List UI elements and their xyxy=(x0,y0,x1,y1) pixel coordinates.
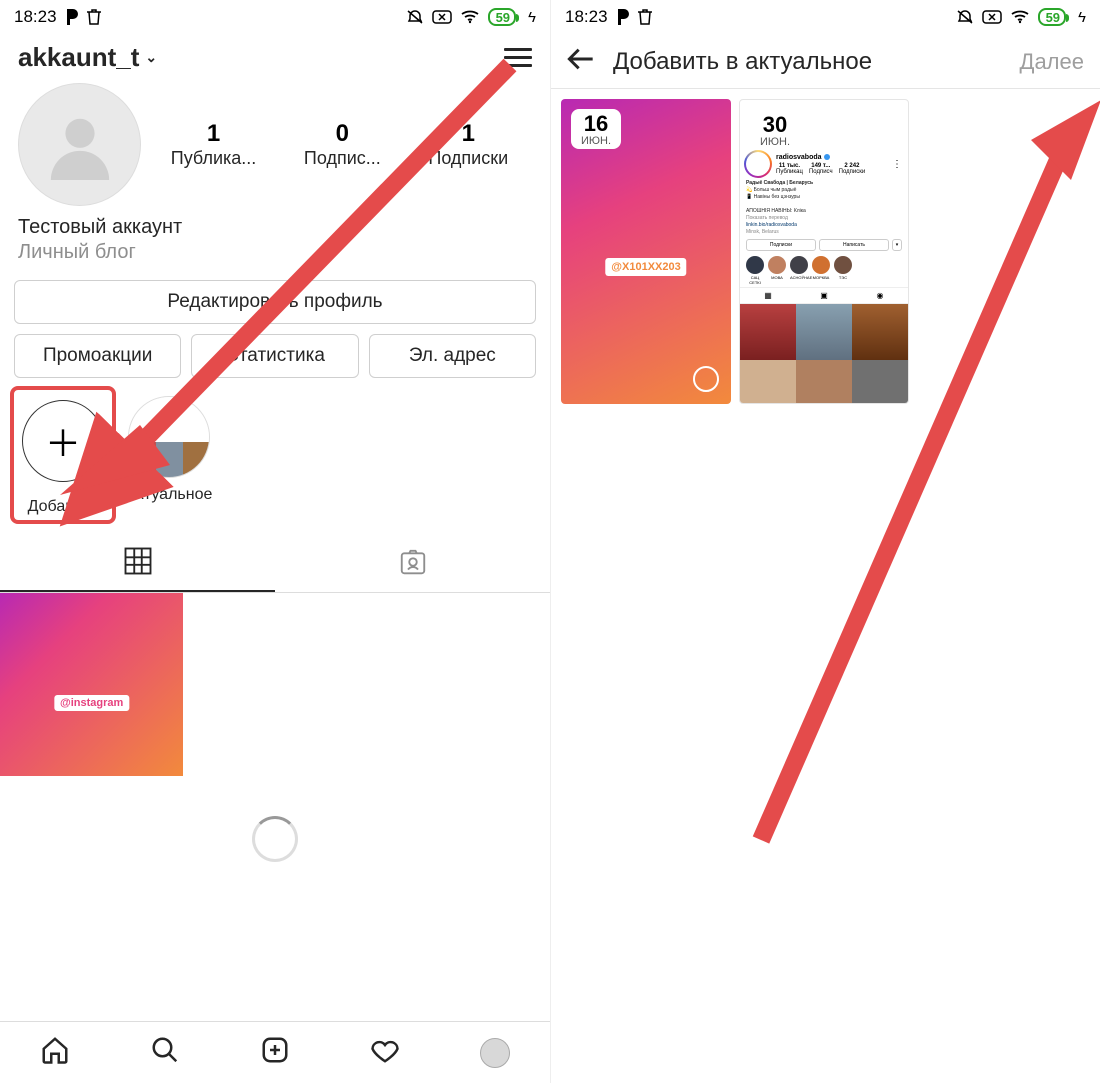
stat-posts[interactable]: 1 Публика... xyxy=(171,120,256,169)
edit-profile-button[interactable]: Редактировать профиль xyxy=(14,280,536,324)
highlight-add-callout: ＋ Добавить xyxy=(10,386,116,524)
loading-spinner xyxy=(252,816,298,862)
status-time: 18:23 xyxy=(565,7,608,27)
page-title: Добавить в актуальное xyxy=(613,48,1002,76)
p-icon xyxy=(616,9,630,25)
wifi-icon xyxy=(1010,10,1030,24)
highlight-actual[interactable]: Актуальное xyxy=(126,396,212,516)
highlight-thumb xyxy=(128,396,210,478)
status-time: 18:23 xyxy=(14,7,57,27)
charging-icon: ϟ xyxy=(1078,9,1086,26)
nav-search-icon[interactable] xyxy=(150,1035,180,1070)
bio-name: Тестовый аккаунт xyxy=(18,216,532,239)
trash-icon xyxy=(638,9,652,25)
wifi-icon xyxy=(460,10,480,24)
verified-icon xyxy=(824,154,830,160)
box-x-icon xyxy=(982,10,1002,24)
tab-grid[interactable] xyxy=(0,532,275,592)
bio-category: Личный блог xyxy=(18,241,532,264)
story-date: 30 ИЮН. xyxy=(750,110,800,150)
tab-tagged[interactable] xyxy=(275,532,550,592)
battery-icon: 59 xyxy=(488,8,516,26)
bottom-nav xyxy=(0,1021,550,1083)
story-date: 16 ИЮН. xyxy=(571,109,621,149)
story-thumbnail-2[interactable]: 30 ИЮН. radiosvaboda 11 тыс.Публикац 149… xyxy=(739,99,909,404)
status-bar: 18:23 59 ϟ xyxy=(551,0,1100,34)
profile-stats: 1 Публика... 0 Подпис... 1 Подписки xyxy=(147,120,532,169)
menu-button[interactable] xyxy=(504,43,532,72)
promo-button[interactable]: Промоакции xyxy=(14,334,181,378)
nav-add-icon[interactable] xyxy=(260,1035,290,1070)
box-x-icon xyxy=(432,10,452,24)
plus-icon: ＋ xyxy=(22,400,104,482)
next-button[interactable]: Далее xyxy=(1020,49,1084,75)
selection-circle xyxy=(693,366,719,392)
add-highlight-screen: 18:23 59 ϟ Добавить в актуальное Далее 1… xyxy=(550,0,1100,1083)
status-bar: 18:23 59 ϟ xyxy=(0,0,550,34)
profile-screen: 18:23 59 ϟ akkaunt_t ⌄ xyxy=(0,0,550,1083)
charging-icon: ϟ xyxy=(528,9,536,26)
highlight-add[interactable]: ＋ Добавить xyxy=(22,396,104,516)
nav-activity-icon[interactable] xyxy=(370,1035,400,1070)
post-thumbnail[interactable] xyxy=(0,593,183,776)
back-button[interactable] xyxy=(567,46,595,78)
bell-off-icon xyxy=(406,9,424,25)
nav-home-icon[interactable] xyxy=(40,1035,70,1070)
trash-icon xyxy=(87,9,101,25)
mini-avatar xyxy=(744,150,772,178)
stat-followers[interactable]: 0 Подпис... xyxy=(304,120,381,169)
story-mention: @X101XX203 xyxy=(605,258,686,276)
email-button[interactable]: Эл. адрес xyxy=(369,334,536,378)
username-dropdown[interactable]: akkaunt_t ⌄ xyxy=(18,42,157,73)
story-thumbnail-1[interactable]: 16 ИЮН. @X101XX203 xyxy=(561,99,731,404)
p-icon xyxy=(65,9,79,25)
more-icon: ⋮ xyxy=(892,159,902,170)
profile-avatar[interactable] xyxy=(18,83,141,206)
stats-button[interactable]: Статистика xyxy=(191,334,358,378)
battery-icon: 59 xyxy=(1038,8,1066,26)
nav-profile-icon[interactable] xyxy=(480,1038,510,1068)
bell-off-icon xyxy=(956,9,974,25)
chevron-down-icon: ⌄ xyxy=(145,49,157,66)
stat-following[interactable]: 1 Подписки xyxy=(428,120,508,169)
